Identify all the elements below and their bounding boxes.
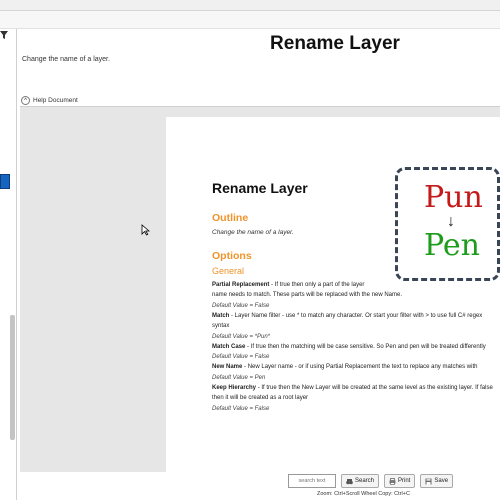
help-document-label: Help Document	[33, 97, 78, 104]
option-description: syntax	[212, 323, 230, 330]
option-name: Partial Replacement	[212, 282, 270, 288]
option-line: Match Case - If true then the matching w…	[212, 342, 486, 352]
option-line: New Name - New Layer name - or if using …	[212, 362, 477, 372]
outline-heading: Outline	[212, 212, 249, 224]
zoom-hint: Zoom: Ctrl+Scroll Wheel Copy: Ctrl+C	[317, 491, 410, 497]
option-description: name needs to match. These parts will be…	[212, 292, 402, 299]
option-name: New Name	[212, 364, 243, 371]
printer-icon	[389, 477, 396, 485]
options-heading: Options	[212, 250, 252, 262]
option-default-value: Default Value = Pen	[212, 374, 266, 381]
logo-old-name: Pun	[424, 180, 483, 215]
left-panel-scrollbar[interactable]	[10, 315, 15, 440]
filter-icon[interactable]	[0, 30, 8, 40]
document-toolbar: Search Print Save	[288, 474, 454, 488]
mouse-cursor-icon	[141, 224, 150, 236]
option-default-value: Default Value = False	[212, 354, 270, 361]
search-button[interactable]: Search	[341, 474, 380, 488]
option-default-value: Default Value = False	[212, 302, 270, 309]
option-continuation: syntax	[212, 321, 229, 331]
collapse-icon[interactable]: ^	[21, 96, 30, 105]
floppy-disk-icon	[425, 478, 432, 484]
option-continuation: then it will be created as a root layer	[212, 393, 308, 403]
option-description: - If true then the New Layer will be cre…	[256, 385, 493, 391]
option-description: - Layer Name filter - use * to match any…	[229, 312, 483, 319]
outline-text: Change the name of a layer.	[212, 229, 294, 236]
option-name: Match Case	[212, 343, 246, 350]
option-continuation: name needs to match. These parts will be…	[212, 290, 402, 300]
save-button[interactable]: Save	[420, 474, 454, 488]
option-description: then it will be created as a root layer	[212, 395, 309, 402]
page-subtitle: Change the name of a layer.	[22, 56, 110, 63]
option-default-value: Default Value = *Pun*	[212, 333, 270, 340]
page-title: Rename Layer	[270, 33, 400, 54]
help-document-toggle[interactable]: ^ Help Document	[21, 96, 78, 105]
logo-new-name: Pen	[424, 228, 480, 263]
doc-title: Rename Layer	[212, 180, 308, 196]
general-heading: General	[212, 266, 245, 276]
search-input[interactable]	[288, 474, 336, 488]
tab-strip	[0, 11, 500, 29]
option-description: - If true then only a part of the layer	[269, 282, 365, 288]
option-line: Keep Hierarchy - If true then the New La…	[212, 383, 493, 393]
print-button-label: Print	[398, 478, 411, 484]
option-description: - If true then the matching will be case…	[245, 343, 486, 350]
help-document-page: Rename Layer Outline Change the name of …	[166, 117, 500, 472]
binoculars-icon	[346, 478, 353, 484]
search-button-label: Search	[355, 478, 375, 484]
window-top-bar	[0, 0, 500, 11]
option-line: Partial Replacement - If true then only …	[212, 280, 364, 290]
rename-layer-logo: Pun ↓ Pen	[395, 167, 500, 281]
option-default-value: Default Value = False	[212, 405, 270, 412]
save-button-label: Save	[434, 478, 449, 484]
print-button[interactable]: Print	[384, 474, 416, 488]
selected-color-swatch[interactable]	[0, 174, 10, 189]
option-name: Match	[212, 312, 230, 319]
option-name: Keep Hierarchy	[212, 385, 257, 391]
option-line: Match - Layer Name filter - use * to mat…	[212, 311, 482, 321]
option-description: - New Layer name - or if using Partial R…	[242, 364, 478, 371]
